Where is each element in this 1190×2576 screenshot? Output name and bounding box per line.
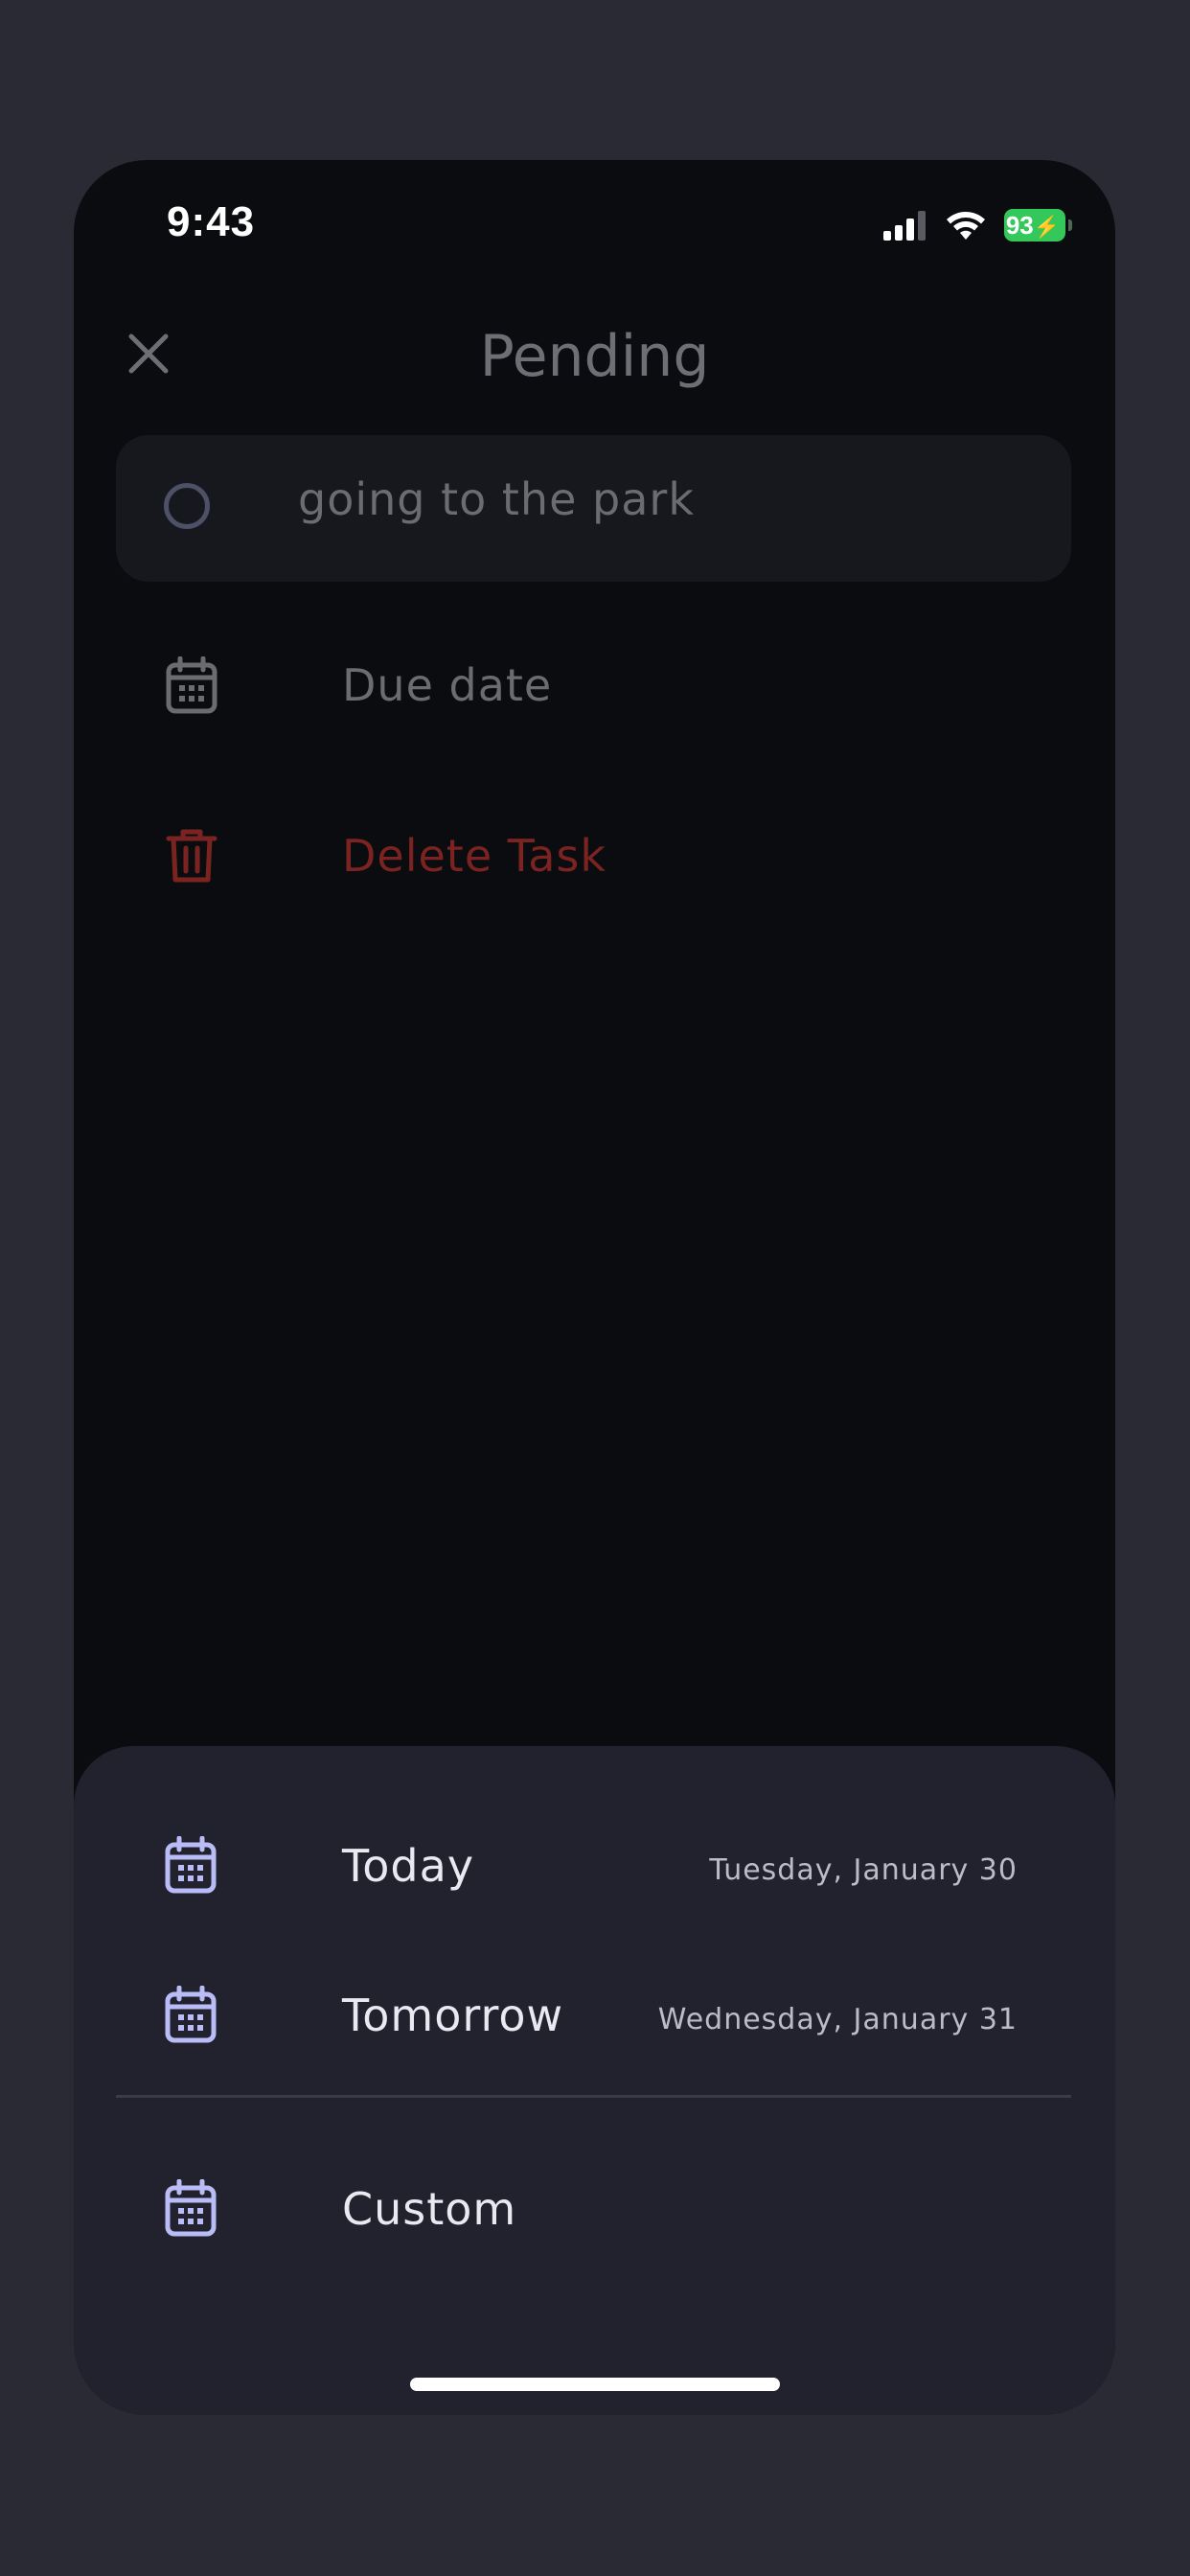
trash-icon — [165, 827, 218, 885]
phone-screen: 9:43 93⚡ Pending going to the park Due d… — [74, 160, 1115, 2415]
battery-level: 93 — [1005, 211, 1034, 240]
status-icons: 93⚡ — [883, 208, 1072, 242]
status-time: 9:43 — [167, 198, 256, 245]
page-title: Pending — [479, 323, 710, 390]
wifi-icon — [947, 212, 985, 240]
option-custom-label: Custom — [342, 2183, 517, 2235]
due-date-label: Due date — [342, 659, 553, 711]
sheet-divider — [116, 2095, 1071, 2098]
calendar-icon — [165, 2178, 218, 2241]
option-tomorrow-date: Wednesday, January 31 — [657, 2003, 1018, 2036]
option-today-label: Today — [342, 1840, 475, 1892]
calendar-icon — [165, 1835, 218, 1898]
due-date-sheet: Today Tuesday, January 30 Tomorrow Wedne… — [74, 1746, 1115, 2415]
option-tomorrow-label: Tomorrow — [342, 1990, 564, 2041]
charging-bolt-icon: ⚡ — [1033, 215, 1061, 239]
calendar-icon — [165, 656, 218, 714]
option-today-date: Tuesday, January 30 — [709, 1853, 1018, 1887]
task-title[interactable]: going to the park — [298, 473, 695, 525]
task-card[interactable]: going to the park — [116, 435, 1071, 582]
due-date-row[interactable]: Due date — [165, 655, 551, 716]
task-complete-checkbox[interactable] — [164, 483, 210, 529]
delete-task-row[interactable]: Delete Task — [165, 825, 606, 886]
cellular-signal-icon — [883, 211, 926, 241]
option-custom[interactable]: Custom — [165, 2178, 1018, 2246]
delete-task-label: Delete Task — [342, 830, 607, 882]
option-today[interactable]: Today Tuesday, January 30 — [165, 1835, 1018, 1903]
option-tomorrow[interactable]: Tomorrow Wednesday, January 31 — [165, 1985, 1018, 2053]
battery-charging-icon: 93⚡ — [1004, 209, 1072, 242]
calendar-icon — [165, 1985, 218, 2047]
home-indicator[interactable] — [410, 2378, 780, 2391]
